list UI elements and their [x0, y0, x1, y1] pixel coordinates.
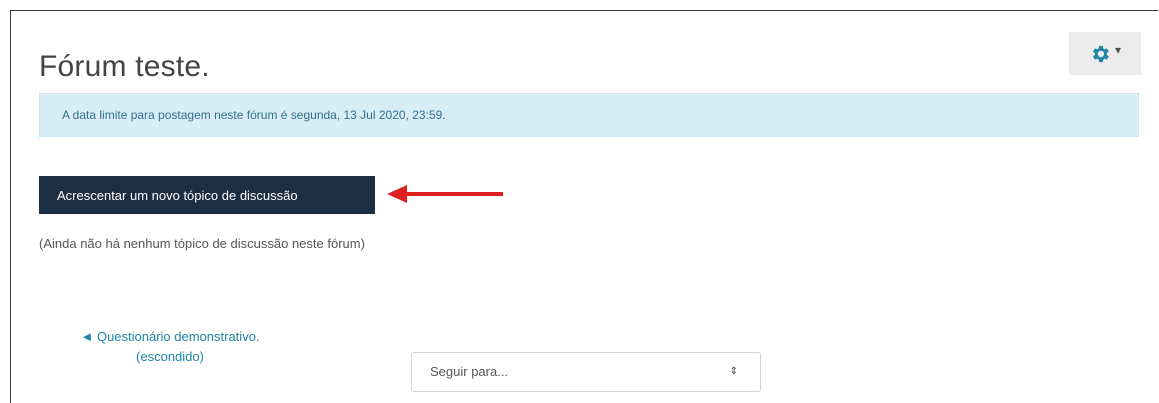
prev-activity-status: (escondido) [136, 349, 204, 364]
select-caret-icon: ⇕ [729, 366, 738, 377]
jump-to-select[interactable]: Seguir para... ⇕ [411, 352, 761, 392]
prev-activity-name: Questionário demonstrativo. [96, 329, 260, 344]
chevron-down-icon: ▾ [1114, 42, 1122, 57]
top-band [0, 0, 1159, 10]
gear-icon [1089, 43, 1111, 65]
settings-menu-button[interactable]: ▾ [1069, 32, 1141, 75]
jump-to-placeholder: Seguir para... [430, 364, 509, 379]
add-discussion-button[interactable]: Acrescentar um novo tópico de discussão [39, 176, 375, 214]
annotation-arrow-icon [387, 185, 503, 203]
page-title: Fórum teste. [39, 50, 210, 83]
prev-activity-link[interactable]: ◄ Questionário demonstrativo. (escondido… [80, 327, 260, 367]
empty-discussions-message: (Ainda não há nenhum tópico de discussão… [39, 236, 365, 251]
deadline-alert: A data limite para postagem neste fórum … [39, 93, 1139, 137]
arrow-left-icon: ◄ [80, 329, 94, 344]
